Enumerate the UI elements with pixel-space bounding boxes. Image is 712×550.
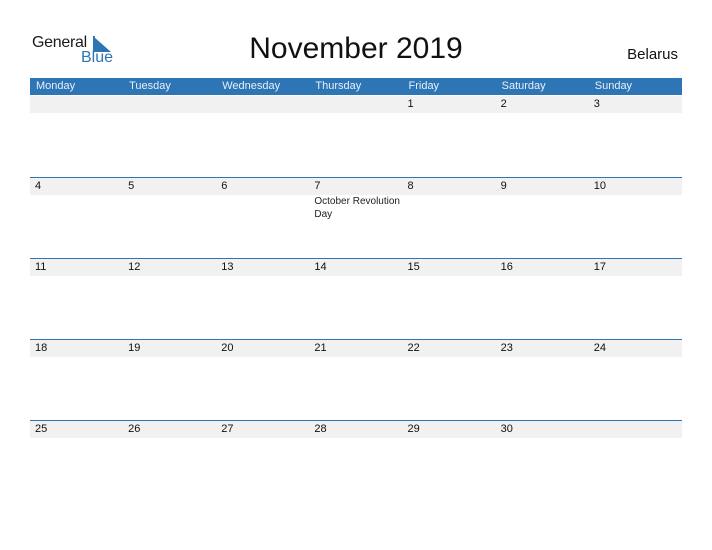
day-cell: 27	[216, 421, 309, 438]
day-cell: 16	[496, 259, 589, 276]
week-row: 25 26 27 28 29 30	[30, 420, 682, 502]
week-cells: 4 5 6 7 October Revolution Day 8 9 10	[30, 178, 682, 221]
day-cell	[30, 96, 123, 113]
day-number: 17	[593, 261, 606, 273]
day-number: 5	[128, 180, 135, 192]
day-cell: 26	[123, 421, 216, 438]
weekday-header: Monday Tuesday Wednesday Thursday Friday…	[30, 78, 682, 95]
day-cell: 3	[589, 96, 682, 113]
day-cell: 11	[30, 259, 123, 276]
weekday-tuesday: Tuesday	[129, 80, 171, 92]
day-number: 21	[314, 342, 327, 354]
day-cell: 22	[403, 340, 496, 357]
day-number: 4	[35, 180, 42, 192]
day-number: 13	[221, 261, 234, 273]
day-number: 14	[314, 261, 327, 273]
day-cell: 15	[403, 259, 496, 276]
day-cell: 25	[30, 421, 123, 438]
week-row: 4 5 6 7 October Revolution Day 8 9 10	[30, 177, 682, 259]
day-cell: 7 October Revolution Day	[309, 178, 402, 221]
weekday-saturday: Saturday	[501, 80, 546, 92]
week-row: 18 19 20 21 22 23 24	[30, 339, 682, 421]
day-cell: 30	[496, 421, 589, 438]
day-cell	[216, 96, 309, 113]
day-number: 23	[500, 342, 513, 354]
weekday-wednesday: Wednesday	[222, 80, 281, 92]
day-number: 22	[407, 342, 420, 354]
day-number: 24	[593, 342, 606, 354]
weekday-sunday: Sunday	[594, 80, 633, 92]
day-number: 6	[221, 180, 228, 192]
day-number: 10	[593, 180, 606, 192]
day-number: 12	[128, 261, 141, 273]
day-cell: 17	[589, 259, 682, 276]
weekday-monday: Monday	[36, 80, 76, 92]
day-cell: 12	[123, 259, 216, 276]
week-cells: 1 2 3	[30, 96, 682, 113]
day-number: 15	[407, 261, 420, 273]
day-cell: 5	[123, 178, 216, 221]
day-cell: 20	[216, 340, 309, 357]
weekday-friday: Friday	[408, 80, 440, 92]
day-number	[594, 421, 682, 438]
day-number: 26	[128, 423, 141, 435]
day-number: 29	[407, 423, 420, 435]
day-cell: 24	[589, 340, 682, 357]
country-label: Belarus	[627, 46, 678, 63]
weekday-thursday: Thursday	[315, 80, 362, 92]
day-cell: 8	[403, 178, 496, 221]
calendar-title: November 2019	[249, 32, 463, 65]
day-cell: 2	[496, 96, 589, 113]
week-cells: 18 19 20 21 22 23 24	[30, 340, 682, 357]
day-cell	[123, 96, 216, 113]
day-number: 25	[35, 423, 48, 435]
day-cell: 10	[589, 178, 682, 221]
day-cell	[309, 96, 402, 113]
week-row: 1 2 3	[30, 96, 682, 177]
week-cells: 25 26 27 28 29 30	[30, 421, 682, 438]
day-cell: 18	[30, 340, 123, 357]
day-cell: 14	[309, 259, 402, 276]
day-cell: 28	[309, 421, 402, 438]
day-number: 30	[500, 423, 513, 435]
day-cell: 29	[403, 421, 496, 438]
week-row: 11 12 13 14 15 16 17	[30, 258, 682, 340]
day-cell: 23	[496, 340, 589, 357]
day-number: 18	[35, 342, 48, 354]
day-cell	[589, 421, 682, 438]
day-number	[35, 96, 123, 113]
day-number: 16	[500, 261, 513, 273]
day-number: 1	[407, 98, 414, 110]
day-number: 28	[314, 423, 327, 435]
day-number: 3	[593, 98, 600, 110]
day-number: 2	[500, 98, 507, 110]
day-cell: 13	[216, 259, 309, 276]
day-number: 27	[221, 423, 234, 435]
day-number	[221, 96, 309, 113]
day-cell: 1	[403, 96, 496, 113]
day-number: 8	[407, 180, 414, 192]
day-number	[314, 96, 402, 113]
day-number: 7	[314, 180, 321, 192]
day-number: 19	[128, 342, 141, 354]
day-cell: 19	[123, 340, 216, 357]
week-cells: 11 12 13 14 15 16 17	[30, 259, 682, 276]
day-number: 11	[35, 261, 47, 273]
day-cell: 9	[496, 178, 589, 221]
day-number: 20	[221, 342, 234, 354]
day-number	[128, 96, 216, 113]
day-number: 9	[500, 180, 507, 192]
day-cell: 4	[30, 178, 123, 221]
day-cell: 21	[309, 340, 402, 357]
holiday-event: October Revolution Day	[314, 196, 400, 220]
day-cell: 6	[216, 178, 309, 221]
